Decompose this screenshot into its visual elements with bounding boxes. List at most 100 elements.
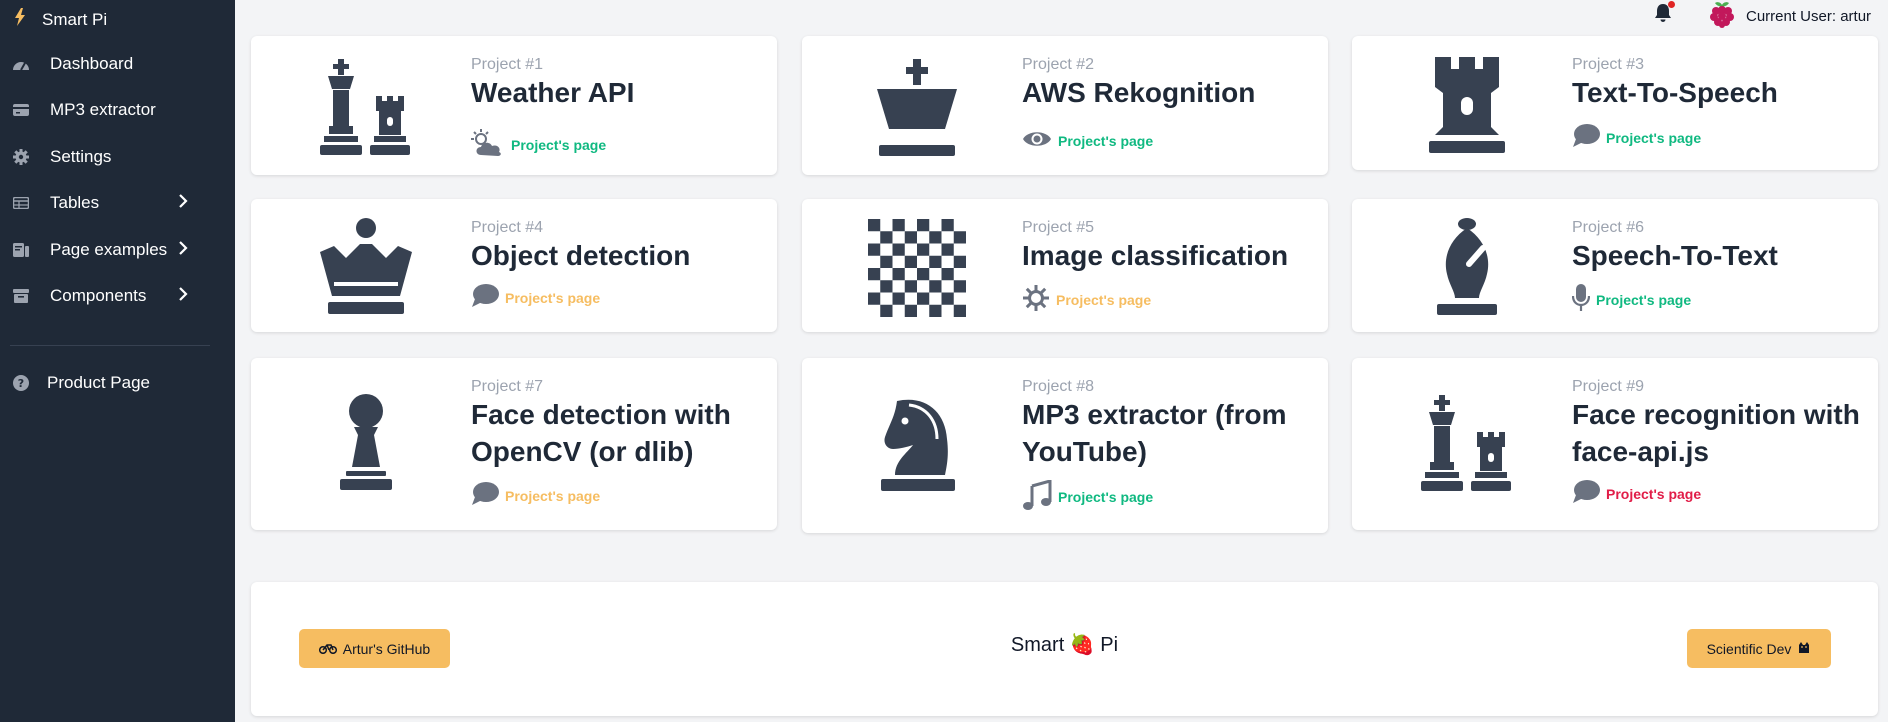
- project-card-2[interactable]: Project #2 AWS Rekognition Project's pag…: [802, 36, 1328, 175]
- sun-icon: [1022, 284, 1050, 315]
- project-title: Object detection: [471, 240, 691, 271]
- project-link-label: Project's page: [1058, 488, 1154, 505]
- king-rook-icon: [311, 54, 421, 164]
- project-title: AWS Rekognition: [1022, 77, 1256, 108]
- microphone-icon: [1571, 284, 1591, 315]
- table-icon: [12, 194, 30, 212]
- project-link[interactable]: Project's page: [471, 129, 606, 160]
- brand-title: Smart Pi: [42, 9, 108, 29]
- project-number: Project #3: [1572, 56, 1645, 73]
- rook-icon: [1412, 52, 1522, 162]
- project-card-6[interactable]: Project #6 Speech-To-Text Project's page: [1352, 199, 1878, 332]
- chevron-right-icon: [178, 286, 188, 306]
- project-number: Project #8: [1022, 378, 1095, 395]
- sidebar-item-settings[interactable]: Settings: [0, 137, 235, 177]
- current-user[interactable]: Current User: artur: [1706, 0, 1871, 32]
- speech-bubble-icon: [471, 482, 499, 509]
- footer: Artur's GitHub Smart 🍓 Pi Scientific Dev: [251, 582, 1878, 716]
- sidebar: Smart Pi Dashboard MP3 extractor Setting…: [0, 0, 235, 722]
- project-link[interactable]: Project's page: [1022, 479, 1154, 513]
- svg-text:?: ?: [18, 377, 24, 390]
- project-number: Project #4: [471, 219, 544, 236]
- speech-bubble-icon: [1572, 480, 1600, 507]
- chevron-right-icon: [178, 240, 188, 260]
- card-icon: [12, 101, 30, 119]
- project-title: Face detection with OpenCV (or dlib): [471, 399, 731, 467]
- project-link-label: Project's page: [505, 487, 601, 504]
- cat-icon: [1797, 640, 1811, 657]
- sidebar-item-label: Tables: [50, 193, 100, 212]
- sidebar-item-dashboard[interactable]: Dashboard: [0, 44, 235, 84]
- scientific-dev-button[interactable]: Scientific Dev: [1687, 629, 1831, 668]
- sidebar-item-label: Product Page: [47, 373, 151, 392]
- project-number: Project #6: [1572, 219, 1645, 236]
- knight-icon: [862, 390, 972, 500]
- project-number: Project #9: [1572, 378, 1645, 395]
- sidebar-item-label: Dashboard: [50, 54, 134, 73]
- project-card-5[interactable]: Project #5 Image classification Project'…: [802, 199, 1328, 332]
- sidebar-divider: [10, 345, 210, 346]
- speech-bubble-icon: [1572, 124, 1600, 151]
- project-number: Project #7: [471, 378, 544, 395]
- sun-cloud-icon: [471, 129, 505, 160]
- sidebar-item-label: MP3 extractor: [50, 100, 156, 119]
- project-link[interactable]: Project's page: [1572, 480, 1701, 507]
- eye-icon: [1022, 129, 1052, 152]
- bishop-icon: [1412, 213, 1522, 323]
- raspberry-icon: [1706, 0, 1738, 32]
- sidebar-item-label: Settings: [50, 147, 112, 166]
- speech-bubble-icon: [471, 284, 499, 311]
- project-card-3[interactable]: Project #3 Text-To-Speech Project's page: [1352, 36, 1878, 170]
- project-link[interactable]: Project's page: [471, 482, 600, 509]
- gear-icon: [12, 148, 30, 166]
- current-user-label: Current User: artur: [1746, 7, 1872, 25]
- king-rook-icon: [1412, 390, 1522, 500]
- project-title: MP3 extractor (from YouTube): [1022, 399, 1287, 467]
- project-card-8[interactable]: Project #8 MP3 extractor (from YouTube) …: [802, 358, 1328, 533]
- project-title: Weather API: [471, 77, 635, 108]
- king-icon: [862, 54, 972, 164]
- scientific-dev-button-label: Scientific Dev: [1706, 640, 1792, 657]
- project-card-1[interactable]: Project #1 Weather API Project's page: [251, 36, 777, 175]
- project-number: Project #5: [1022, 219, 1095, 236]
- project-number: Project #2: [1022, 56, 1095, 73]
- sidebar-item-product-page[interactable]: ? Product Page: [0, 363, 235, 403]
- pawn-icon: [311, 388, 421, 498]
- sidebar-item-label: Components: [50, 286, 147, 305]
- project-link-label: Project's page: [1056, 291, 1152, 308]
- project-link-label: Project's page: [1596, 291, 1692, 308]
- bolt-icon: [14, 8, 26, 31]
- project-title: Image classification: [1022, 240, 1289, 271]
- dashboard-icon: [12, 55, 30, 73]
- project-card-9[interactable]: Project #9 Face recognition with face-ap…: [1352, 358, 1878, 530]
- project-link-label: Project's page: [1606, 129, 1702, 146]
- project-link-label: Project's page: [1058, 132, 1154, 149]
- notification-bell-icon[interactable]: [1654, 1, 1675, 28]
- sidebar-item-components[interactable]: Components: [0, 276, 235, 316]
- sidebar-item-label: Page examples: [50, 240, 168, 259]
- sidebar-item-page-examples[interactable]: Page examples: [0, 230, 235, 270]
- project-card-7[interactable]: Project #7 Face detection with OpenCV (o…: [251, 358, 777, 530]
- project-number: Project #1: [471, 56, 544, 73]
- project-link[interactable]: Project's page: [1022, 129, 1153, 152]
- queen-icon: [311, 213, 421, 323]
- music-note-icon: [1022, 479, 1052, 513]
- project-card-4[interactable]: Project #4 Object detection Project's pa…: [251, 199, 777, 332]
- project-link[interactable]: Project's page: [471, 284, 600, 311]
- project-title: Text-To-Speech: [1572, 77, 1778, 108]
- project-title: Speech-To-Text: [1572, 240, 1778, 271]
- sidebar-item-mp3-extractor[interactable]: MP3 extractor: [0, 90, 235, 130]
- chevron-right-icon: [178, 193, 188, 213]
- question-icon: ?: [12, 374, 30, 392]
- pages-icon: [12, 241, 30, 259]
- project-link[interactable]: Project's page: [1022, 284, 1151, 315]
- brand[interactable]: Smart Pi: [14, 8, 107, 31]
- archive-icon: [12, 287, 30, 305]
- project-link[interactable]: Project's page: [1572, 124, 1701, 151]
- project-link-label: Project's page: [1606, 485, 1702, 502]
- project-title: Face recognition with face-api.js: [1572, 399, 1860, 467]
- notification-dot: [1668, 1, 1675, 8]
- footer-brand: Smart 🍓 Pi: [1010, 634, 1119, 656]
- project-link[interactable]: Project's page: [1571, 284, 1692, 315]
- sidebar-item-tables[interactable]: Tables: [0, 183, 235, 223]
